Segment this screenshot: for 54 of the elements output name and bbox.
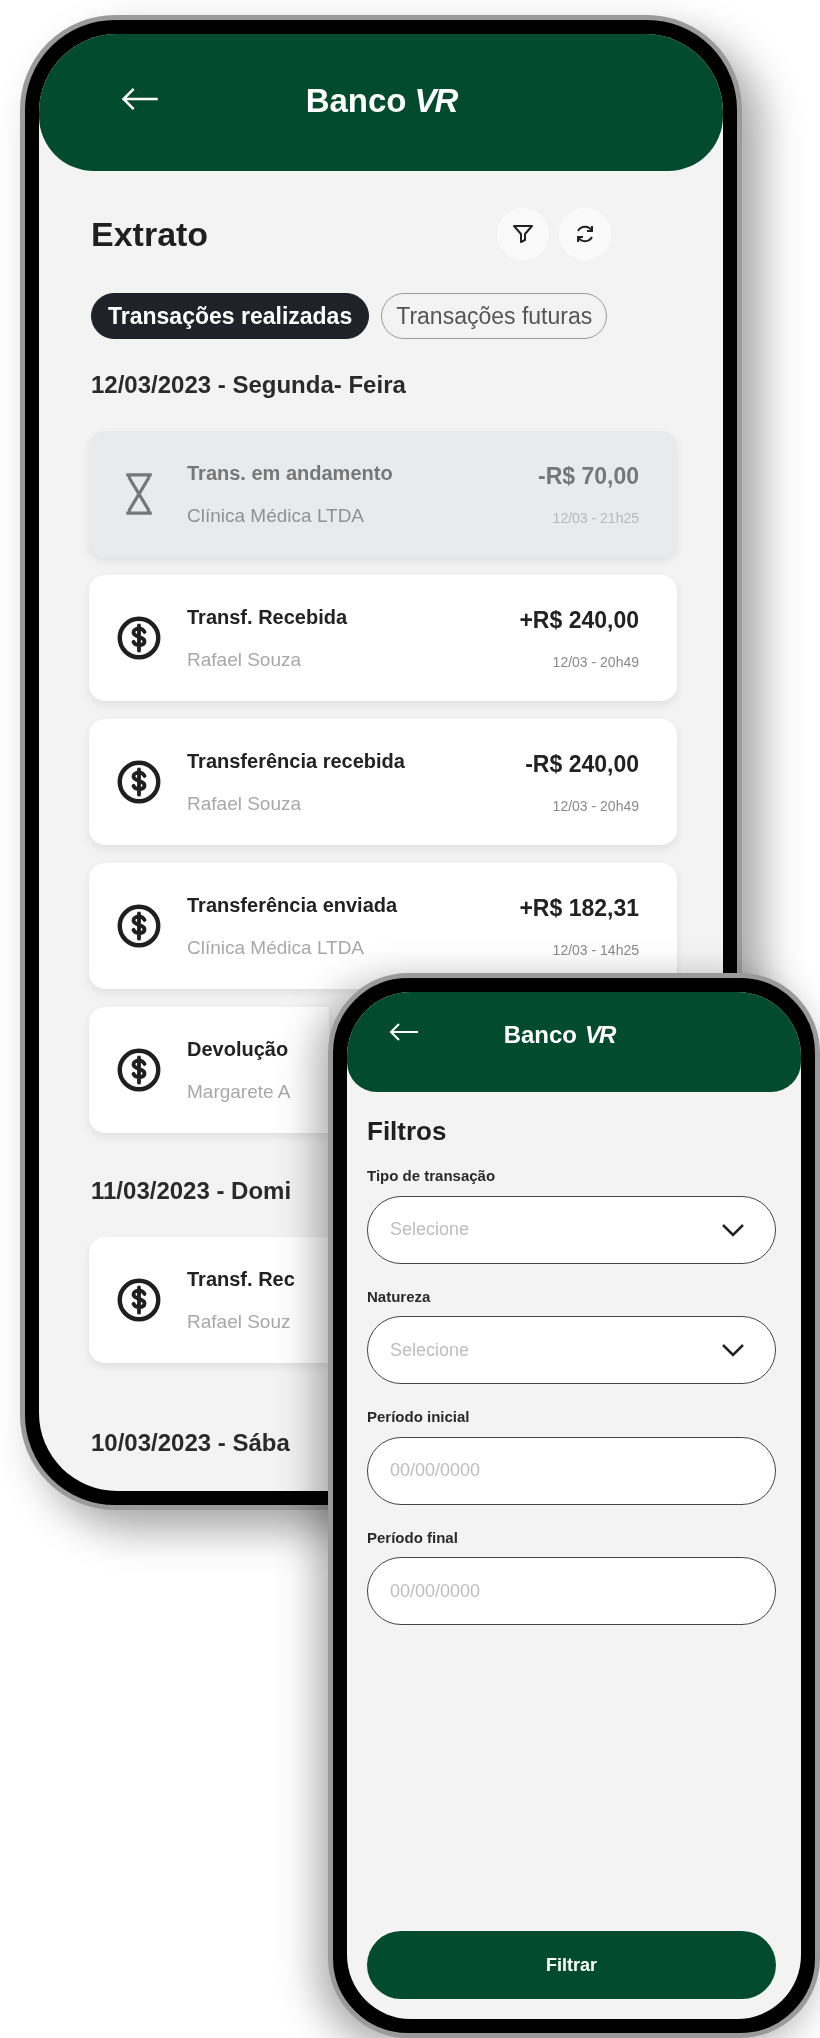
transaction-time: 12/03 - 20h49 xyxy=(552,796,639,816)
field-label: Período inicial xyxy=(367,1407,471,1427)
transaction-party: Margarete A xyxy=(187,1079,291,1104)
transaction-amount: -R$ 70,00 xyxy=(538,462,639,492)
dollar-coin-icon xyxy=(117,904,161,948)
transaction-card[interactable]: Transferência enviada Clínica Médica LTDA +R$ 182,31 12/03 - 14h25 xyxy=(89,863,677,989)
field-label: Período final xyxy=(367,1527,459,1548)
app-logo: VR xyxy=(414,81,457,121)
transaction-title: Devolução xyxy=(187,1036,289,1062)
tab[interactable]: Transações realizadas xyxy=(91,293,370,339)
transaction-time: 12/03 - 20h49 xyxy=(552,652,639,672)
dollar-coin-icon xyxy=(117,760,161,804)
transaction-card[interactable]: Transf. Rec Rafael Souz xyxy=(89,1237,329,1363)
date-heading: 10/03/2023 - Sába xyxy=(91,1428,290,1458)
date-input-field[interactable]: 00/00/0000 xyxy=(367,1557,776,1625)
chevron-down-icon xyxy=(721,1343,745,1357)
transaction-amount: +R$ 182,31 xyxy=(519,894,639,924)
transaction-card[interactable]: Devolução Margarete A xyxy=(89,1007,329,1133)
app-logo: VR xyxy=(585,1020,615,1050)
date-heading: 11/03/2023 - Domi xyxy=(91,1176,292,1206)
transaction-party: Clínica Médica LTDA xyxy=(187,935,365,960)
transaction-title: Transferência recebida xyxy=(187,748,405,774)
hourglass-icon xyxy=(123,472,155,516)
filter-button[interactable] xyxy=(497,208,549,260)
transaction-amount: +R$ 240,00 xyxy=(519,606,639,636)
back-arrow-icon[interactable] xyxy=(121,86,159,112)
transaction-title: Trans. em andamento xyxy=(187,460,393,486)
transaction-party: Rafael Souz xyxy=(187,1309,291,1334)
transaction-party: Rafael Souza xyxy=(187,647,302,672)
transaction-card[interactable]: Transferência recebida Rafael Souza -R$ 240,00 12/03 - 20h49 xyxy=(89,719,677,845)
transaction-title: Transf. Recebida xyxy=(187,604,348,630)
screen-title: Filtros xyxy=(367,1115,448,1148)
dollar-coin-icon xyxy=(117,616,161,660)
refresh-button[interactable] xyxy=(559,208,611,260)
transaction-time: 12/03 - 14h25 xyxy=(552,940,639,960)
transaction-card[interactable]: Transf. Recebida Rafael Souza +R$ 240,00 12/03 - 20h49 xyxy=(89,575,677,701)
app-title: Banco xyxy=(503,1020,577,1050)
transaction-title: Transf. Rec xyxy=(187,1266,295,1292)
transaction-party: Clínica Médica LTDA xyxy=(187,503,365,528)
dollar-coin-icon xyxy=(117,1048,161,1092)
screen-title: Extrato xyxy=(91,213,209,255)
dollar-coin-icon xyxy=(117,1278,161,1322)
date-heading: 12/03/2023 - Segunda- Feira xyxy=(91,370,406,400)
field-label: Tipo de transação xyxy=(367,1166,497,1186)
field-label: Natureza xyxy=(367,1286,432,1307)
filter-submit-button[interactable]: Filtrar xyxy=(367,1931,776,1999)
transaction-title: Transferência enviada xyxy=(187,892,398,918)
chevron-down-icon xyxy=(721,1222,745,1237)
transaction-party: Rafael Souza xyxy=(187,791,302,816)
transaction-amount: -R$ 240,00 xyxy=(525,750,639,780)
date-input-field[interactable]: 00/00/0000 xyxy=(367,1436,776,1505)
back-arrow-icon[interactable] xyxy=(389,1022,419,1042)
filter-icon xyxy=(511,222,535,246)
app-title: Banco xyxy=(305,81,407,121)
